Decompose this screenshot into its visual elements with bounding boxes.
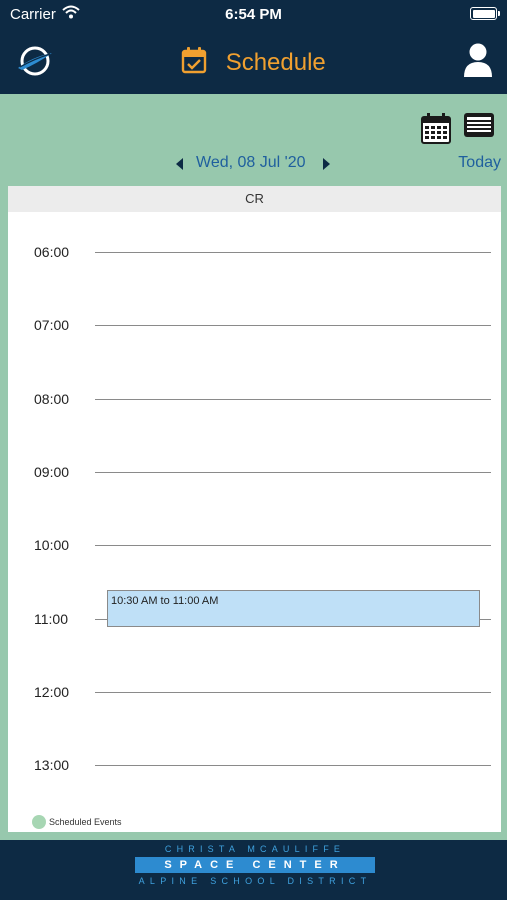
legend-dot-icon: [32, 815, 46, 829]
scheduled-event[interactable]: 10:30 AM to 11:00 AM: [107, 590, 480, 627]
hour-label: 12:00: [34, 684, 70, 700]
hour-gridline: [95, 325, 491, 326]
battery-icon: [470, 7, 500, 20]
current-date[interactable]: Wed, 08 Jul '20: [196, 154, 306, 172]
hour-gridline: [95, 399, 491, 400]
space-center-logo: CHRISTA MCAULIFFE SPACE CENTER ALPINE SC…: [135, 844, 375, 886]
hour-label: 10:00: [34, 537, 70, 553]
hour-label: 09:00: [34, 464, 70, 480]
hour-label: 06:00: [34, 244, 70, 260]
hour-label: 13:00: [34, 757, 70, 773]
hour-gridline: [95, 472, 491, 473]
footer: CHRISTA MCAULIFFE SPACE CENTER ALPINE SC…: [0, 840, 507, 900]
calendar-view-icon[interactable]: [421, 112, 451, 149]
date-navigator: Wed, 08 Jul '20 Today: [0, 152, 507, 176]
hour-gridline: [95, 252, 491, 253]
brand-line-3: ALPINE SCHOOL DISTRICT: [138, 876, 372, 886]
calendar-check-icon: [181, 46, 207, 79]
day-calendar: CR 06:00 07:00 08:00 09:00 10:00 11:00 1…: [8, 186, 501, 832]
hour-label: 07:00: [34, 317, 70, 333]
legend-label: Scheduled Events: [49, 817, 122, 827]
schedule-content: Wed, 08 Jul '20 Today CR 06:00 07:00 08:…: [0, 94, 507, 840]
brand-line-1: CHRISTA MCAULIFFE: [164, 844, 346, 854]
user-icon[interactable]: [464, 43, 492, 82]
previous-day-icon[interactable]: [176, 158, 183, 170]
next-day-icon[interactable]: [323, 158, 330, 170]
hour-gridline: [95, 765, 491, 766]
hour-label: 11:00: [34, 611, 68, 627]
brand-line-2: SPACE CENTER: [135, 857, 375, 873]
page-title: Schedule: [225, 48, 326, 76]
nav-bar: Schedule: [0, 30, 507, 94]
today-button[interactable]: Today: [458, 154, 501, 172]
status-time: 6:54 PM: [225, 6, 282, 23]
hour-gridline: [95, 692, 491, 693]
list-view-icon[interactable]: [463, 112, 495, 143]
hour-gridline: [95, 545, 491, 546]
hour-label: 08:00: [34, 391, 70, 407]
resource-column-header: CR: [8, 186, 501, 212]
status-bar: Carrier 6:54 PM: [0, 0, 507, 30]
